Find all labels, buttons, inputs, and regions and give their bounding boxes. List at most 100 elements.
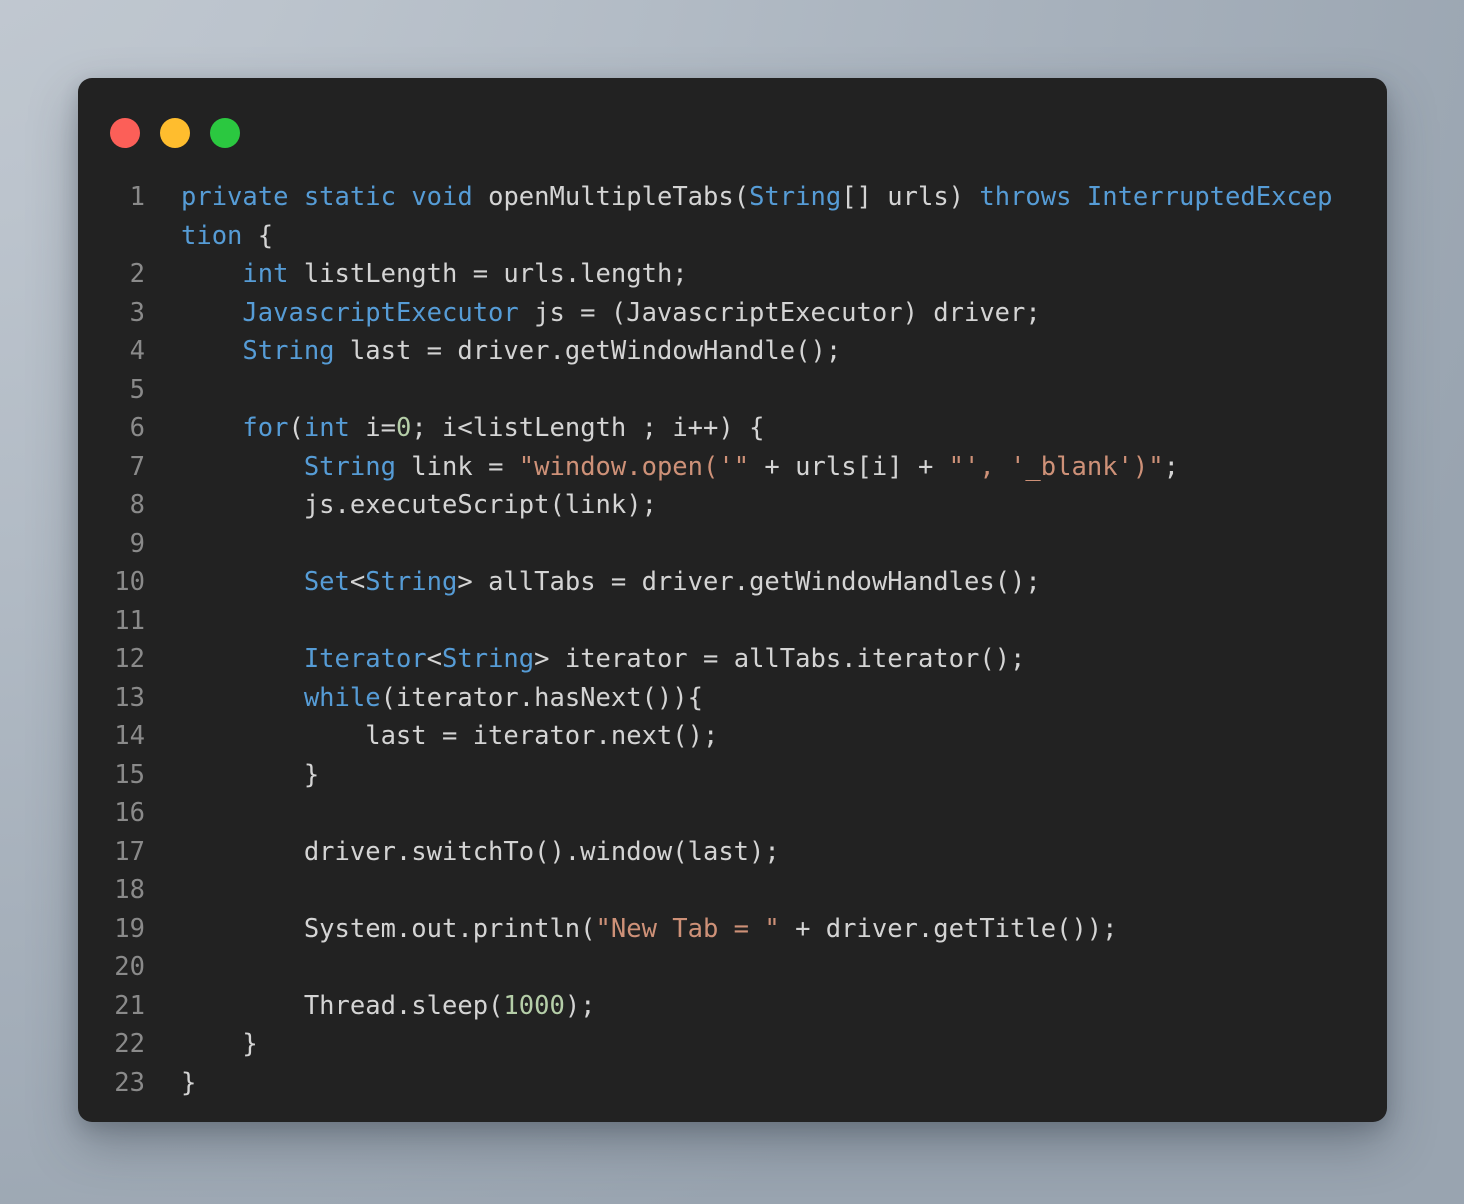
code-line: 13 while(iterator.hasNext()){: [78, 679, 1333, 718]
code-token-pln: );: [564, 990, 596, 1021]
code-text: js.executeScript(link);: [181, 486, 1333, 525]
line-number: 7: [129, 451, 145, 482]
code-text: }: [181, 1064, 1333, 1103]
minimize-window-button[interactable]: [160, 118, 190, 148]
close-window-button[interactable]: [110, 118, 140, 148]
code-token-pln: [181, 298, 242, 328]
code-token-str: "window.open('": [518, 451, 750, 482]
code-text: [181, 602, 1333, 641]
code-token-pln: (iterator.hasNext()){: [380, 682, 703, 713]
code-token-pln: [181, 644, 304, 674]
code-text: }: [181, 1025, 1333, 1064]
maximize-window-button[interactable]: [210, 118, 240, 148]
gutter-spacer: [145, 794, 181, 833]
code-token-pln: js = (JavascriptExecutor) driver;: [518, 297, 1041, 328]
code-token-pln: [181, 336, 242, 366]
line-number: 11: [114, 605, 145, 636]
code-token-pln: <: [349, 567, 366, 597]
code-token-pln: link =: [395, 451, 519, 482]
code-text: while(iterator.hasNext()){: [181, 679, 1333, 718]
code-line: 19 System.out.println("New Tab = " + dri…: [78, 910, 1333, 949]
line-number: 22: [114, 1029, 145, 1059]
code-token-kw: while: [303, 682, 381, 713]
code-token-pln: }: [181, 759, 320, 790]
code-token-pln: [396, 182, 411, 212]
code-editor[interactable]: 1 private static void openMultipleTabs(St…: [78, 178, 1387, 1122]
code-line: 7 String link = "window.open('" + urls[i…: [78, 448, 1333, 487]
code-line: 14 last = iterator.next();: [78, 717, 1333, 756]
code-token-kw: Iterator: [303, 644, 427, 674]
line-number: 15: [114, 759, 145, 790]
line-number: 3: [129, 297, 145, 328]
gutter-spacer: [145, 448, 181, 487]
code-token-kw: static: [303, 182, 396, 212]
line-number: 9: [129, 528, 145, 559]
line-number: 20: [114, 952, 145, 982]
code-token-pln: }: [181, 1067, 197, 1098]
line-number: 4: [129, 336, 145, 366]
code-line: 11: [78, 602, 1333, 641]
code-token-pln: ; i<listLength ; i++) {: [411, 413, 765, 443]
code-line: 4 String last = driver.getWindowHandle()…: [78, 332, 1333, 371]
code-text: Iterator<String> iterator = allTabs.iter…: [181, 640, 1333, 679]
code-token-pln: listLength = urls.length;: [288, 259, 688, 289]
code-token-kw: String: [242, 336, 335, 366]
code-text: private static void openMultipleTabs(Str…: [181, 178, 1333, 255]
code-token-kw: String: [365, 567, 458, 597]
code-token-kw: String: [749, 182, 842, 212]
line-number: 18: [114, 875, 145, 905]
code-token-pln: i=: [349, 413, 396, 443]
gutter-spacer: [145, 563, 181, 602]
gutter-spacer: [145, 1025, 181, 1064]
code-text: [181, 525, 1333, 564]
code-token-kw: for: [242, 413, 289, 443]
code-text: [181, 371, 1333, 410]
code-token-str: "', '_blank')": [948, 451, 1164, 482]
code-line: 21 Thread.sleep(1000);: [78, 987, 1333, 1026]
code-token-pln: last = driver.getWindowHandle();: [334, 336, 842, 366]
line-number: 23: [114, 1067, 145, 1098]
code-token-str: "New Tab = ": [595, 913, 780, 944]
code-line: 5: [78, 371, 1333, 410]
code-text: JavascriptExecutor js = (JavascriptExecu…: [181, 294, 1333, 333]
code-text: for(int i=0; i<listLength ; i++) {: [181, 409, 1333, 448]
line-number: 13: [114, 682, 145, 713]
code-token-kw: int: [303, 413, 350, 443]
code-token-pln: (: [288, 413, 304, 443]
code-text: String last = driver.getWindowHandle();: [181, 332, 1333, 371]
code-text: [181, 948, 1333, 987]
gutter-spacer: [145, 1064, 181, 1103]
code-token-pln: openMultipleTabs(: [472, 182, 750, 212]
code-text: [181, 871, 1333, 910]
code-token-pln: + urls[i] +: [749, 451, 949, 482]
line-number: 6: [129, 413, 145, 443]
code-line: 2 int listLength = urls.length;: [78, 255, 1333, 294]
code-token-pln: > iterator = allTabs.iterator();: [534, 644, 1026, 674]
line-number: 10: [114, 567, 145, 597]
code-line: 3 JavascriptExecutor js = (JavascriptExe…: [78, 294, 1333, 333]
code-text: String link = "window.open('" + urls[i] …: [181, 448, 1333, 487]
gutter-spacer: [145, 602, 181, 641]
code-text: System.out.println("New Tab = " + driver…: [181, 910, 1333, 949]
line-number: 12: [114, 644, 145, 674]
line-number: 14: [114, 721, 145, 751]
code-wrapped-continuation: tion {: [181, 221, 273, 251]
code-text: Thread.sleep(1000);: [181, 987, 1333, 1026]
gutter-spacer: [145, 679, 181, 718]
code-token-kw: int: [242, 259, 289, 289]
gutter-spacer: [145, 409, 181, 448]
code-token-kw: throws: [979, 182, 1072, 212]
line-number: 1: [129, 182, 145, 212]
code-token-kw: void: [411, 182, 473, 212]
code-text: int listLength = urls.length;: [181, 255, 1333, 294]
code-token-kw: Set: [303, 567, 350, 597]
code-line: 6 for(int i=0; i<listLength ; i++) {: [78, 409, 1333, 448]
code-line: 16: [78, 794, 1333, 833]
gutter-spacer: [145, 640, 181, 679]
line-number: 5: [129, 374, 145, 405]
code-token-pln: [288, 182, 303, 212]
code-lines: 1 private static void openMultipleTabs(St…: [78, 178, 1333, 1103]
code-window: 1 private static void openMultipleTabs(St…: [78, 78, 1387, 1122]
line-number: 21: [114, 990, 145, 1021]
window-titlebar: [110, 118, 240, 148]
